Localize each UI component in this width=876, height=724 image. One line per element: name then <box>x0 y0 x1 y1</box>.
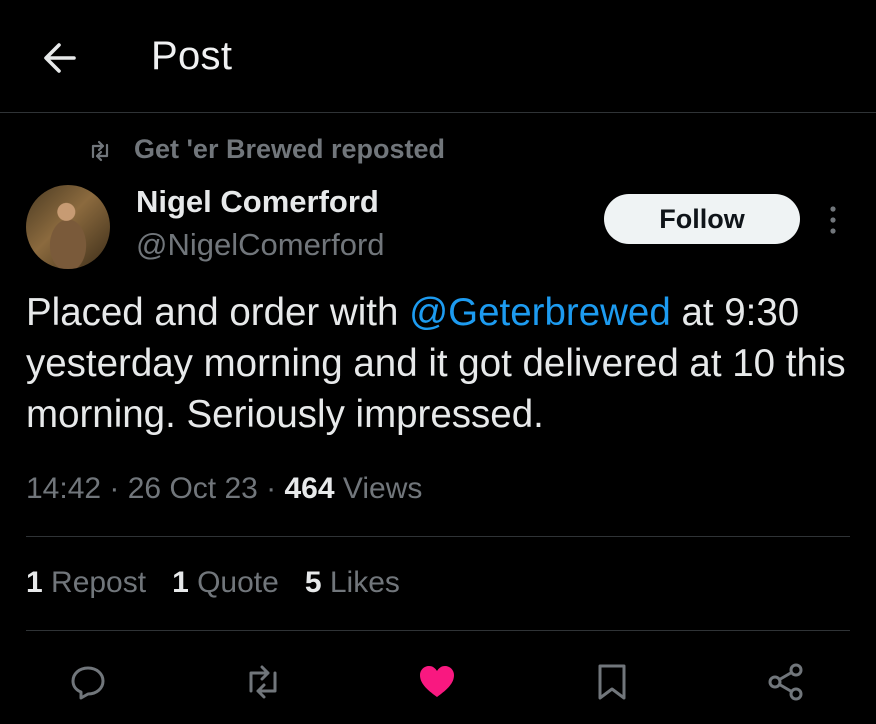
reply-button[interactable] <box>66 660 110 704</box>
quotes-label: Quote <box>188 566 279 599</box>
avatar[interactable] <box>26 185 110 269</box>
likes-stat[interactable]: 5 Likes <box>305 566 400 600</box>
tweet-time[interactable]: 14:42 <box>26 472 101 505</box>
author-name[interactable]: Nigel Comerford <box>136 184 379 220</box>
share-button[interactable] <box>764 660 808 704</box>
bookmark-icon <box>598 664 626 700</box>
arrow-left-icon <box>44 43 76 73</box>
meta-separator: · <box>257 472 285 505</box>
quotes-count: 1 <box>172 566 189 599</box>
mention-link[interactable]: @Geterbrewed <box>409 291 671 334</box>
back-button[interactable] <box>38 36 82 80</box>
like-button[interactable] <box>415 660 459 704</box>
engagement-stats: 1 Repost 1 Quote 5 Likes <box>26 566 400 600</box>
bookmark-button[interactable] <box>590 660 634 704</box>
divider <box>26 630 850 631</box>
repost-button[interactable] <box>241 660 285 704</box>
tweet-date[interactable]: 26 Oct 23 <box>128 472 258 505</box>
reply-icon <box>71 666 105 700</box>
likes-label: Likes <box>321 566 400 599</box>
repost-icon <box>249 665 277 699</box>
repost-banner[interactable]: Get 'er Brewed reposted <box>134 134 445 165</box>
author-handle[interactable]: @NigelComerford <box>136 227 385 263</box>
views-label: Views <box>334 472 423 505</box>
page-title: Post <box>151 34 233 78</box>
reposts-count: 1 <box>26 566 43 599</box>
tweet-text-part: Placed and order with <box>26 291 410 334</box>
divider <box>26 536 850 537</box>
meta-separator: · <box>101 472 128 505</box>
quotes-stat[interactable]: 1 Quote <box>172 566 279 600</box>
reposts-label: Repost <box>42 566 147 599</box>
repost-indicator-icon <box>88 139 112 163</box>
follow-button[interactable]: Follow <box>604 194 800 244</box>
header-divider <box>0 112 876 113</box>
tweet-text: Placed and order with @Geterbrewed at 9:… <box>26 287 866 440</box>
views-count: 464 <box>284 472 335 505</box>
share-icon <box>768 663 803 701</box>
tweet-meta: 14:42 · 26 Oct 23 · 464 Views <box>26 472 422 506</box>
like-icon <box>420 666 454 697</box>
likes-count: 5 <box>304 566 322 599</box>
reposts-stat[interactable]: 1 Repost <box>26 566 146 600</box>
more-options-icon[interactable] <box>822 202 844 238</box>
